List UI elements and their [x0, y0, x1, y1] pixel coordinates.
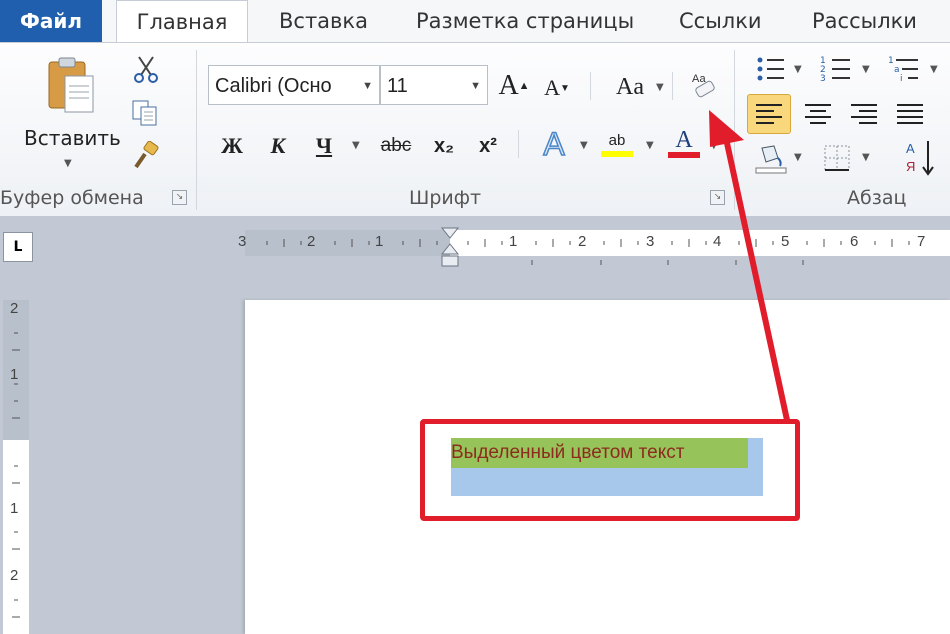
paste-dropdown-arrow[interactable]: ▼ — [64, 158, 72, 169]
tab-stop-selector[interactable]: L — [3, 232, 33, 262]
font-size-dropdown[interactable]: 11 ▼ — [380, 65, 488, 105]
vertical-ruler-minor-ticks — [12, 332, 20, 618]
group-separator — [590, 72, 591, 100]
justify-icon — [897, 104, 923, 124]
highlighter-icon: ab — [608, 131, 626, 149]
sort-icon: А Я — [906, 141, 934, 176]
bullets-button[interactable] — [754, 52, 788, 86]
clipboard-dialog-launcher[interactable]: ↘ — [172, 190, 187, 205]
clipboard-group-label: Буфер обмена — [0, 187, 144, 209]
format-painter-icon — [134, 141, 159, 169]
paste-label[interactable]: Вставить — [24, 126, 121, 150]
shrink-font-icon: A — [544, 75, 560, 100]
borders-button[interactable] — [820, 142, 854, 174]
sort-button[interactable]: А Я — [902, 138, 938, 178]
font-name-dropdown[interactable]: Calibri (Осно ▼ — [208, 65, 380, 105]
font-color-button[interactable]: A — [664, 122, 704, 162]
paragraph-group-label: Абзац — [847, 187, 907, 209]
grow-font-icon: A — [498, 70, 519, 101]
align-center-icon — [805, 104, 831, 124]
svg-text:А: А — [906, 141, 915, 156]
ribbon-tab-bar: Файл Главная Вставка Разметка страницы С… — [0, 0, 950, 44]
align-center-button[interactable] — [798, 94, 838, 134]
text-effects-button[interactable]: A — [534, 124, 574, 164]
change-case-button[interactable]: Aa — [604, 70, 656, 104]
align-left-icon — [756, 104, 782, 124]
group-separator — [518, 130, 519, 158]
ruler-minor-ticks — [266, 239, 910, 265]
chevron-down-icon[interactable]: ▼ — [930, 64, 938, 75]
tab-page-layout[interactable]: Разметка страницы — [416, 0, 634, 42]
font-color-icon: A — [675, 126, 693, 153]
svg-text:Я: Я — [906, 159, 915, 174]
font-name-value: Calibri (Осно — [215, 75, 332, 97]
font-dialog-launcher[interactable]: ↘ — [710, 190, 725, 205]
underline-dropdown-arrow[interactable]: ▼ — [352, 140, 360, 151]
format-painter-button[interactable] — [130, 140, 162, 172]
svg-text:3: 3 — [820, 74, 826, 84]
chevron-down-icon[interactable]: ▼ — [794, 152, 802, 163]
font-group-label: Шрифт — [409, 187, 482, 209]
annotation-callout-box — [420, 419, 800, 521]
tab-references[interactable]: Ссылки — [679, 0, 762, 42]
svg-text:a: a — [894, 65, 900, 75]
numbering-icon: 123 — [820, 56, 850, 84]
ruler-indent-marker[interactable] — [440, 226, 460, 270]
font-size-value: 11 — [387, 75, 408, 97]
tab-mailings[interactable]: Рассылки — [812, 0, 917, 42]
group-separator — [672, 72, 673, 100]
tab-file[interactable]: Файл — [0, 0, 102, 42]
borders-icon — [824, 145, 850, 171]
font-color-swatch — [668, 151, 700, 158]
chevron-down-icon[interactable]: ▼ — [794, 64, 802, 75]
chevron-down-icon[interactable]: ▼ — [862, 152, 870, 163]
shrink-font-button[interactable]: A ▼ — [542, 72, 572, 104]
change-case-icon: Aa — [616, 73, 644, 100]
italic-button[interactable]: К — [260, 128, 296, 164]
multilevel-list-button[interactable]: 1ai — [886, 52, 922, 86]
multilevel-list-icon: 1ai — [888, 56, 918, 84]
underline-button[interactable]: Ч — [306, 128, 342, 164]
highlight-color-swatch — [601, 150, 633, 157]
svg-text:1: 1 — [888, 56, 894, 66]
copy-button[interactable] — [130, 98, 160, 128]
cut-button[interactable] — [132, 55, 160, 83]
subscript-button[interactable]: x₂ — [426, 128, 462, 164]
bold-button[interactable]: Ж — [214, 128, 250, 164]
chevron-down-icon[interactable]: ▼ — [710, 140, 718, 151]
align-left-button[interactable] — [747, 94, 791, 134]
copy-icon — [132, 100, 157, 126]
superscript-button[interactable]: x² — [470, 128, 506, 164]
clear-formatting-icon: Аа — [692, 73, 715, 98]
numbering-button[interactable]: 123 — [818, 52, 854, 86]
scissors-icon — [134, 56, 158, 83]
group-separator — [196, 50, 197, 210]
svg-text:i: i — [900, 74, 903, 84]
grow-font-button[interactable]: A ▲ — [498, 68, 530, 104]
clipboard-paste-icon — [48, 57, 94, 113]
paste-button[interactable] — [40, 55, 102, 117]
justify-button[interactable] — [890, 94, 930, 134]
chevron-down-icon[interactable]: ▼ — [580, 140, 588, 151]
strikethrough-button[interactable]: abc — [372, 128, 420, 164]
align-right-icon — [851, 104, 877, 124]
chevron-down-icon: ▼ — [362, 80, 373, 92]
align-right-button[interactable] — [844, 94, 884, 134]
tab-insert[interactable]: Вставка — [279, 0, 368, 42]
chevron-down-icon[interactable]: ▼ — [862, 64, 870, 75]
chevron-down-icon[interactable]: ▼ — [656, 82, 664, 93]
chevron-down-icon[interactable]: ▼ — [646, 140, 654, 151]
shading-button[interactable] — [752, 140, 790, 176]
bullets-icon — [757, 57, 784, 81]
tab-home[interactable]: Главная — [116, 0, 248, 44]
clear-formatting-button[interactable]: Аа — [684, 66, 722, 104]
chevron-down-icon: ▼ — [470, 80, 481, 92]
highlight-color-button[interactable]: ab — [596, 124, 638, 164]
shading-icon — [755, 145, 787, 174]
group-separator — [734, 50, 735, 210]
